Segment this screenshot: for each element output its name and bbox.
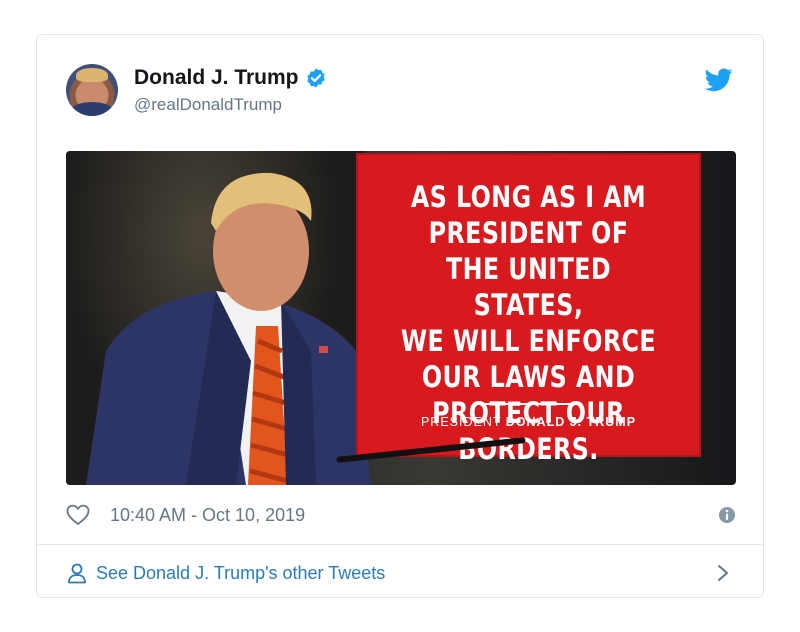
author-name-row[interactable]: Donald J. Trump bbox=[134, 66, 327, 90]
quote-attribution: PRESIDENT DONALD J. TRUMP bbox=[356, 415, 701, 429]
tweet-media-image[interactable]: AS LONG AS I AM PRESIDENT OF THE UNITED … bbox=[66, 151, 736, 485]
author-display-name[interactable]: Donald J. Trump bbox=[134, 66, 299, 90]
attribution-name: DONALD J. TRUMP bbox=[505, 415, 637, 429]
twitter-bird-icon[interactable] bbox=[705, 68, 733, 92]
tweet-timestamp[interactable]: 10:40 AM - Oct 10, 2019 bbox=[110, 505, 305, 526]
tweet-meta-row: 10:40 AM - Oct 10, 2019 bbox=[66, 501, 736, 529]
footer-divider bbox=[37, 544, 763, 545]
heart-icon[interactable] bbox=[66, 504, 90, 526]
attribution-title: PRESIDENT bbox=[420, 415, 502, 429]
quote-banner: AS LONG AS I AM PRESIDENT OF THE UNITED … bbox=[356, 153, 701, 466]
avatar[interactable] bbox=[66, 64, 118, 116]
info-icon[interactable] bbox=[718, 506, 736, 524]
other-tweets-link[interactable]: See Donald J. Trump's other Tweets bbox=[96, 563, 385, 584]
speaker-photo bbox=[86, 172, 371, 485]
chevron-right-icon[interactable] bbox=[716, 563, 730, 583]
other-tweets-link-row[interactable]: See Donald J. Trump's other Tweets bbox=[66, 559, 736, 587]
verified-badge-icon bbox=[306, 68, 325, 88]
quote-divider bbox=[476, 403, 581, 405]
author-handle[interactable]: @realDonaldTrump bbox=[134, 95, 282, 115]
person-icon bbox=[68, 563, 86, 584]
tweet-card: Donald J. Trump @realDonaldTrump AS LONG… bbox=[36, 34, 764, 598]
